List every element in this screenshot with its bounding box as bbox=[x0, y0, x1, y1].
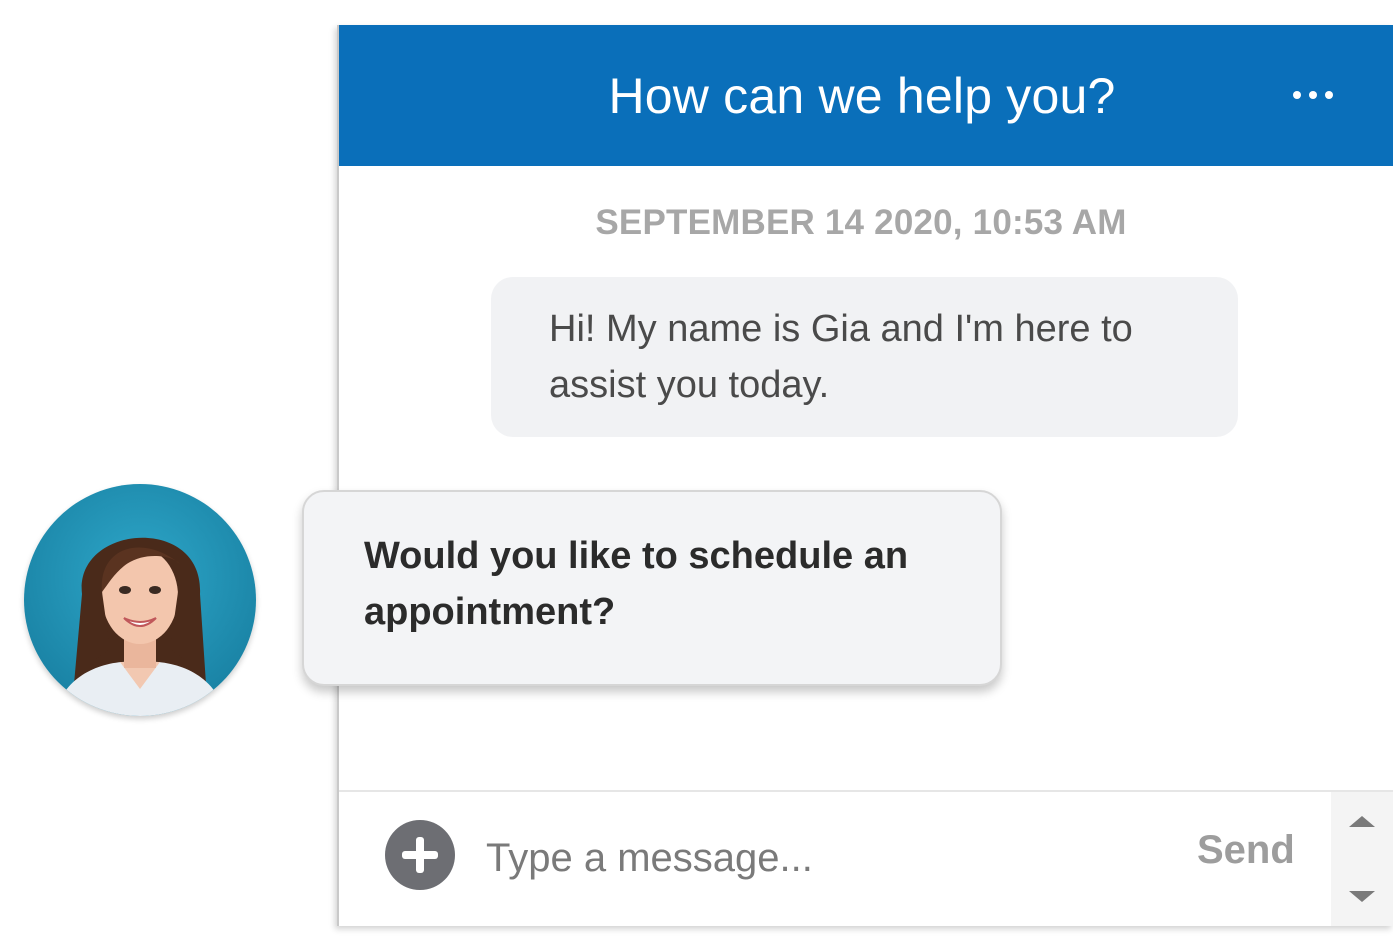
message-input[interactable] bbox=[484, 822, 1168, 894]
chat-header: How can we help you? bbox=[339, 25, 1393, 166]
agent-avatar[interactable] bbox=[24, 484, 256, 716]
chat-window: How can we help you? SEPTEMBER 14 2020, … bbox=[337, 25, 1393, 926]
bot-message-bubble: Hi! My name is Gia and I'm here to assis… bbox=[491, 277, 1238, 437]
conversation-timestamp: SEPTEMBER 14 2020, 10:53 AM bbox=[595, 203, 1127, 242]
agent-avatar-image bbox=[24, 484, 256, 716]
more-dots-icon bbox=[1309, 91, 1317, 99]
chat-widget-stage: How can we help you? SEPTEMBER 14 2020, … bbox=[0, 0, 1393, 944]
message-composer: Send bbox=[339, 790, 1393, 926]
more-dots-icon bbox=[1325, 91, 1333, 99]
scroll-down-arrow-icon[interactable] bbox=[1349, 891, 1375, 902]
composer-scrollbar[interactable] bbox=[1331, 792, 1393, 926]
scroll-up-arrow-icon[interactable] bbox=[1349, 816, 1375, 827]
send-button[interactable]: Send bbox=[1197, 828, 1295, 873]
more-dots-icon bbox=[1293, 91, 1301, 99]
add-attachment-button[interactable] bbox=[385, 820, 455, 890]
appointment-prompt-bubble[interactable]: Would you like to schedule an appointmen… bbox=[302, 490, 1002, 686]
plus-circle-icon bbox=[416, 837, 424, 873]
more-options-button[interactable] bbox=[1283, 67, 1343, 123]
chat-title: How can we help you? bbox=[608, 67, 1116, 124]
